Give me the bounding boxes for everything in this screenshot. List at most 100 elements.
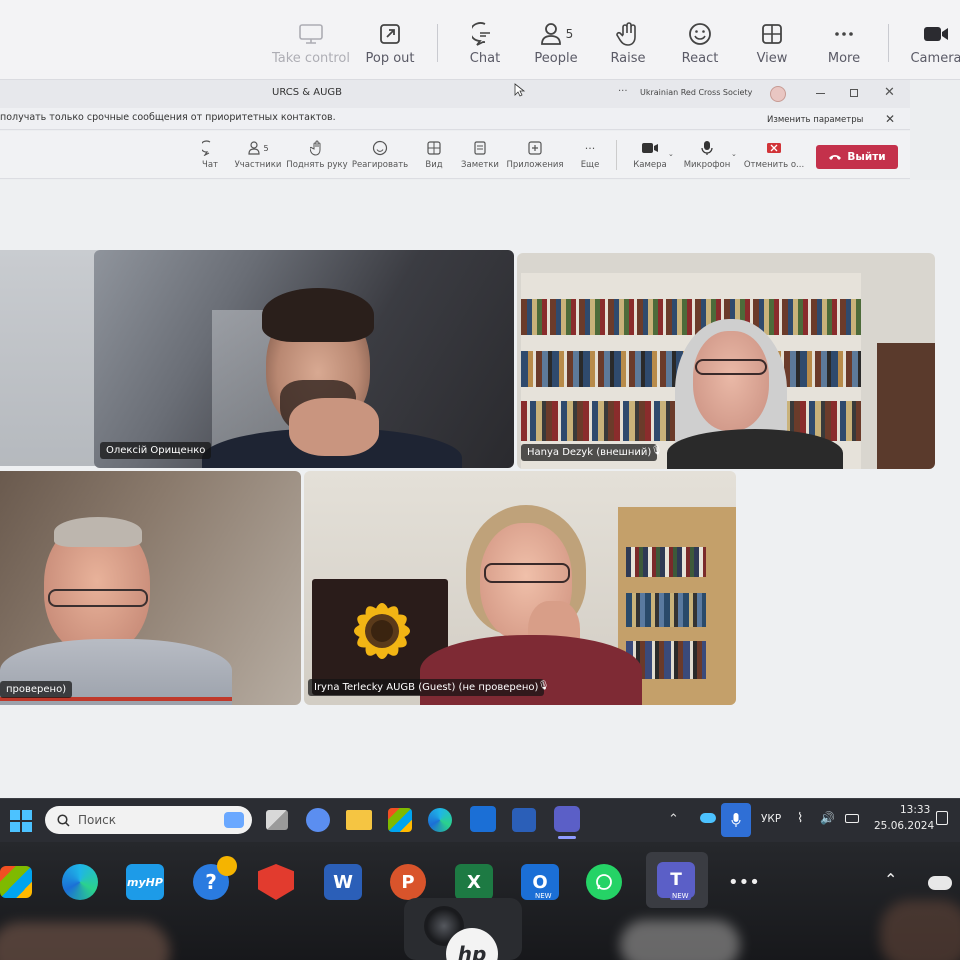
close-window-icon[interactable]: ✕ [884,85,895,100]
participant-tile-unverified[interactable]: проверено) [0,471,301,705]
tray-chevron-up-icon[interactable]: ⌃ [668,812,679,827]
volume-icon[interactable]: 🔊 [820,811,835,825]
camera-icon [641,139,659,157]
more-label: More [827,51,861,66]
language-indicator[interactable]: УКР [761,813,781,825]
meet-app-icon[interactable] [306,808,330,832]
raise-hand-icon [614,20,642,48]
dock-notification-dot [217,856,237,876]
take-control-button[interactable]: Take control [268,20,354,66]
dock-start-icon[interactable] [0,866,32,898]
inner-participants-label: Участники [234,160,282,170]
inner-more-label: Еще [580,160,600,170]
inner-toolbar-divider [616,140,617,170]
edge-icon[interactable] [428,808,452,832]
inner-apps-button[interactable]: Приложения [505,139,565,170]
dock-excel-icon[interactable]: X [455,864,493,900]
toolbar-divider [437,24,438,62]
view-button[interactable]: View [747,20,797,66]
dock-chevron-up-icon[interactable]: ⌃ [884,870,897,889]
task-view-icon[interactable] [266,810,288,830]
dock-whatsapp-icon[interactable] [586,864,622,900]
dock-edge-icon[interactable] [62,864,98,900]
inner-view-label: Вид [425,160,443,170]
onedrive-icon[interactable] [700,813,716,823]
inner-view-button[interactable]: Вид [420,139,448,170]
bookcase-row [626,547,706,577]
minimize-icon[interactable] [816,93,825,94]
camera-button[interactable]: Camera [908,20,960,66]
wifi-icon[interactable]: ⌇ [797,811,803,826]
teams-new-badge: NEW [670,892,691,900]
person-hair [262,288,374,342]
inner-participants-button[interactable]: 5 Участники [234,139,282,170]
banner-close-icon[interactable]: ✕ [885,112,895,126]
outlook-icon[interactable] [470,806,496,832]
finger-blur [880,900,960,960]
inner-raise-hand-button[interactable]: Поднять руку [286,139,348,170]
restore-icon[interactable] [850,89,858,97]
react-button[interactable]: React [675,20,725,66]
bookcase-row [626,593,706,627]
person-hand [289,398,379,456]
banner-settings-link[interactable]: Изменить параметры [767,115,863,125]
leave-button[interactable]: Выйти [816,145,898,169]
store-icon[interactable] [388,808,412,832]
people-button[interactable]: 5 People [528,20,584,66]
teams-icon[interactable] [554,806,580,832]
camera-chevron-down-icon[interactable]: ⌄ [668,150,674,158]
taskbar-search-box[interactable]: Поиск [45,806,252,834]
camera-label: Camera [910,51,960,66]
raise-hand-button[interactable]: Raise [603,20,653,66]
phone-hangup-icon [829,155,842,160]
participant-tile-hanya[interactable]: Hanya Dezyk (внешний) 🎙 [517,253,935,469]
inner-notes-label: Заметки [461,160,499,170]
clock-date[interactable]: 25.06.2024 [874,820,934,832]
org-name: Ukrainian Red Cross Society [640,88,753,97]
participant-name: Iryna Terlecky AUGB (Guest) (не проверен… [308,679,545,696]
word-icon[interactable] [512,808,536,832]
inner-stop-share-button[interactable]: Отменить о... [744,139,804,170]
person-glasses [48,589,148,607]
inner-camera-button[interactable]: Камера [630,139,670,170]
dock-powerpoint-icon[interactable]: P [390,864,426,900]
dock-word-icon[interactable]: W [324,864,362,900]
mic-active-icon[interactable] [721,803,751,837]
clock-time[interactable]: 13:33 [900,804,930,816]
more-button[interactable]: More [819,20,869,66]
inner-mic-button[interactable]: Микрофон [682,139,732,170]
bookshelf-row [521,299,861,335]
chat-button[interactable]: Chat [460,20,510,66]
mic-chevron-down-icon[interactable]: ⌄ [731,150,737,158]
dock-more-icon[interactable]: ••• [728,872,760,893]
inner-react-button[interactable]: Реагировать [352,139,408,170]
people-label: People [534,51,578,66]
inner-stop-share-label: Отменить о... [743,160,805,170]
participant-name: проверено) [0,681,73,698]
participant-name: Олексій Орищенко [100,442,212,459]
participant-tile-oleksii[interactable]: Олексій Орищенко [94,250,514,468]
inner-notes-button[interactable]: Заметки [460,139,500,170]
search-icon [57,813,70,827]
raise-hand-icon [308,139,326,157]
dock-onedrive-icon[interactable] [928,876,952,890]
raise-label: Raise [610,51,646,66]
notifications-icon[interactable] [936,811,948,825]
person-body [667,429,843,469]
inner-react-label: Реагировать [351,160,409,170]
photo-of-laptop-screen: Take control Pop out Chat 5 People Raise… [0,0,960,960]
pop-out-button[interactable]: Pop out [360,20,420,66]
file-explorer-icon[interactable] [346,810,372,830]
mic-muted-icon: 🎙 [538,681,550,691]
more-icon [830,20,858,48]
dock-myhp-icon[interactable]: myHP [126,864,164,900]
start-icon[interactable] [10,810,32,832]
inner-chat-button[interactable]: Чат [196,139,224,170]
inner-more-button[interactable]: ··· Еще [576,139,604,171]
people-icon: 5 [532,20,580,48]
title-more-icon[interactable]: ··· [618,86,628,97]
banner-text: получать только срочные сообщения от при… [0,112,336,123]
battery-icon[interactable] [845,814,859,823]
chat-icon [201,139,219,157]
participant-tile-iryna[interactable]: Iryna Terlecky AUGB (Guest) (не проверен… [304,471,736,705]
